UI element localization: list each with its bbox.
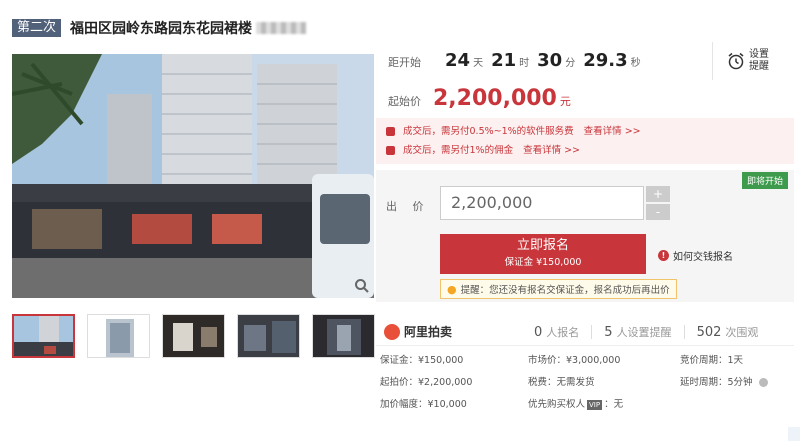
help-icon[interactable]	[758, 378, 768, 387]
brand-name: 阿里拍卖	[404, 325, 453, 339]
reminder-tip-text: 提醒：您还没有报名交保证金，报名成功后再出价	[460, 285, 670, 296]
registrants-stat: 0 人报名	[534, 324, 579, 340]
views-label: 次围观	[725, 325, 759, 339]
brand: 阿里拍卖	[384, 323, 534, 340]
alarm-clock-icon	[728, 52, 744, 70]
reminders-count: 5	[604, 324, 613, 340]
priority-suffix: ：无	[604, 399, 624, 410]
reminder-tip: ● 提醒：您还没有报名交保证金，报名成功后再出价	[440, 279, 677, 299]
fee-line-service: 成交后，需另付0.5%~1%的软件服务费 查看详情 >>	[386, 122, 784, 141]
status-badge: 即将开始	[741, 172, 788, 189]
fee-service-detail-link[interactable]: 查看详情 >>	[584, 122, 641, 141]
delay-text: 延时周期：5分钟	[680, 377, 753, 388]
round-tag: 第二次	[12, 19, 62, 37]
countdown-minutes: 30	[537, 50, 563, 71]
thumbnail-3[interactable]	[162, 314, 225, 358]
start-price-detail: 起拍价：¥2,200,000	[380, 377, 473, 388]
fee-line-commission: 成交后，需另付1%的佣金 查看详情 >>	[386, 141, 784, 160]
redacted-text	[256, 22, 307, 34]
thumbnail-1[interactable]	[12, 314, 75, 358]
stats-bar: 阿里拍卖 0 人报名 5 人设置提醒 502 次围观	[376, 318, 794, 346]
divider	[591, 324, 593, 339]
alibaba-auction-logo	[384, 323, 400, 340]
fee-service-text: 成交后，需另付0.5%~1%的软件服务费	[403, 126, 574, 137]
register-button[interactable]: 立即报名 保证金 ¥150,000	[440, 234, 646, 274]
bid-panel: 即将开始 出 价 2,200,000 + - 立即报名 保证金 ¥150,000…	[376, 170, 794, 302]
bid-label: 出 价	[386, 200, 430, 213]
market-price-detail: 市场价：¥3,000,000	[528, 355, 621, 366]
fee-commission-detail-link[interactable]: 查看详情 >>	[523, 141, 580, 160]
countdown-hours-unit: 时	[519, 58, 530, 69]
start-price-unit: 元	[559, 95, 571, 108]
divider	[683, 324, 685, 339]
views-stat: 502 次围观	[697, 324, 759, 340]
increment-detail: 加价幅度：¥10,000	[380, 399, 467, 410]
countdown-days-unit: 天	[473, 58, 484, 69]
start-price-label: 起始价	[388, 95, 421, 108]
countdown-label: 距开始	[388, 56, 421, 69]
main-photo[interactable]	[12, 54, 374, 298]
countdown-hours: 21	[491, 50, 517, 71]
auction-details: 保证金：¥150,000 市场价：¥3,000,000 竞价周期：1天 起拍价：…	[380, 354, 792, 412]
lightbulb-icon: ●	[447, 282, 457, 296]
register-deposit-label: 保证金 ¥150,000	[504, 257, 582, 268]
taxes-detail: 税费：无需发货	[528, 377, 595, 388]
countdown-seconds-unit: 秒	[630, 58, 641, 69]
reminder-label: 设置提醒	[749, 49, 769, 72]
how-to-register-link[interactable]: ! 如何交钱报名	[658, 248, 733, 263]
bid-input[interactable]: 2,200,000	[440, 186, 644, 220]
thumbnail-2[interactable]	[87, 314, 150, 358]
thumbnail-strip	[12, 314, 375, 358]
gift-icon	[386, 127, 395, 136]
set-reminder-button[interactable]: 设置提醒	[712, 42, 773, 80]
priority-prefix: 优先购买权人	[528, 399, 586, 410]
countdown-seconds: 29.3	[583, 50, 628, 71]
zoom-icon[interactable]	[354, 278, 370, 294]
countdown-minutes-unit: 分	[565, 58, 576, 69]
scrollbar-corner	[788, 427, 800, 441]
priority-buyer-detail: 优先购买权人 VIP ：无	[528, 398, 680, 412]
start-price: 起始价 2,200,000 元	[388, 86, 571, 111]
fee-notice: 成交后，需另付0.5%~1%的软件服务费 查看详情 >> 成交后，需另付1%的佣…	[376, 118, 794, 164]
increase-bid-button[interactable]: +	[646, 186, 670, 202]
reminders-label: 人设置提醒	[616, 325, 672, 339]
vip-badge: VIP	[587, 400, 603, 410]
how-to-register-label: 如何交钱报名	[673, 252, 733, 263]
countdown-days: 24	[445, 50, 471, 71]
info-icon: !	[658, 250, 669, 261]
auction-title: 福田区园岭东路园东花园裙楼	[70, 21, 253, 37]
registrants-count: 0	[534, 324, 543, 340]
fee-commission-text: 成交后，需另付1%的佣金	[403, 145, 514, 156]
register-button-label: 立即报名	[516, 238, 569, 253]
registrants-label: 人报名	[546, 325, 580, 339]
title-bar: 第二次 福田区园岭东路园东花园裙楼	[12, 18, 307, 38]
deposit-detail: 保证金：¥150,000	[380, 355, 464, 366]
delay-detail: 延时周期：5分钟	[680, 376, 792, 390]
period-detail: 竞价周期：1天	[680, 355, 744, 366]
views-count: 502	[696, 324, 722, 340]
thumbnail-5[interactable]	[312, 314, 375, 358]
decrease-bid-button[interactable]: -	[646, 204, 670, 220]
gift-icon	[386, 146, 395, 155]
thumbnail-4[interactable]	[237, 314, 300, 358]
start-price-value: 2,200,000	[433, 86, 557, 111]
reminders-stat: 5 人设置提醒	[604, 324, 671, 340]
countdown: 距开始 24 天 21 时 30 分 29.3 秒	[388, 50, 641, 71]
bid-stepper: + -	[646, 186, 670, 222]
